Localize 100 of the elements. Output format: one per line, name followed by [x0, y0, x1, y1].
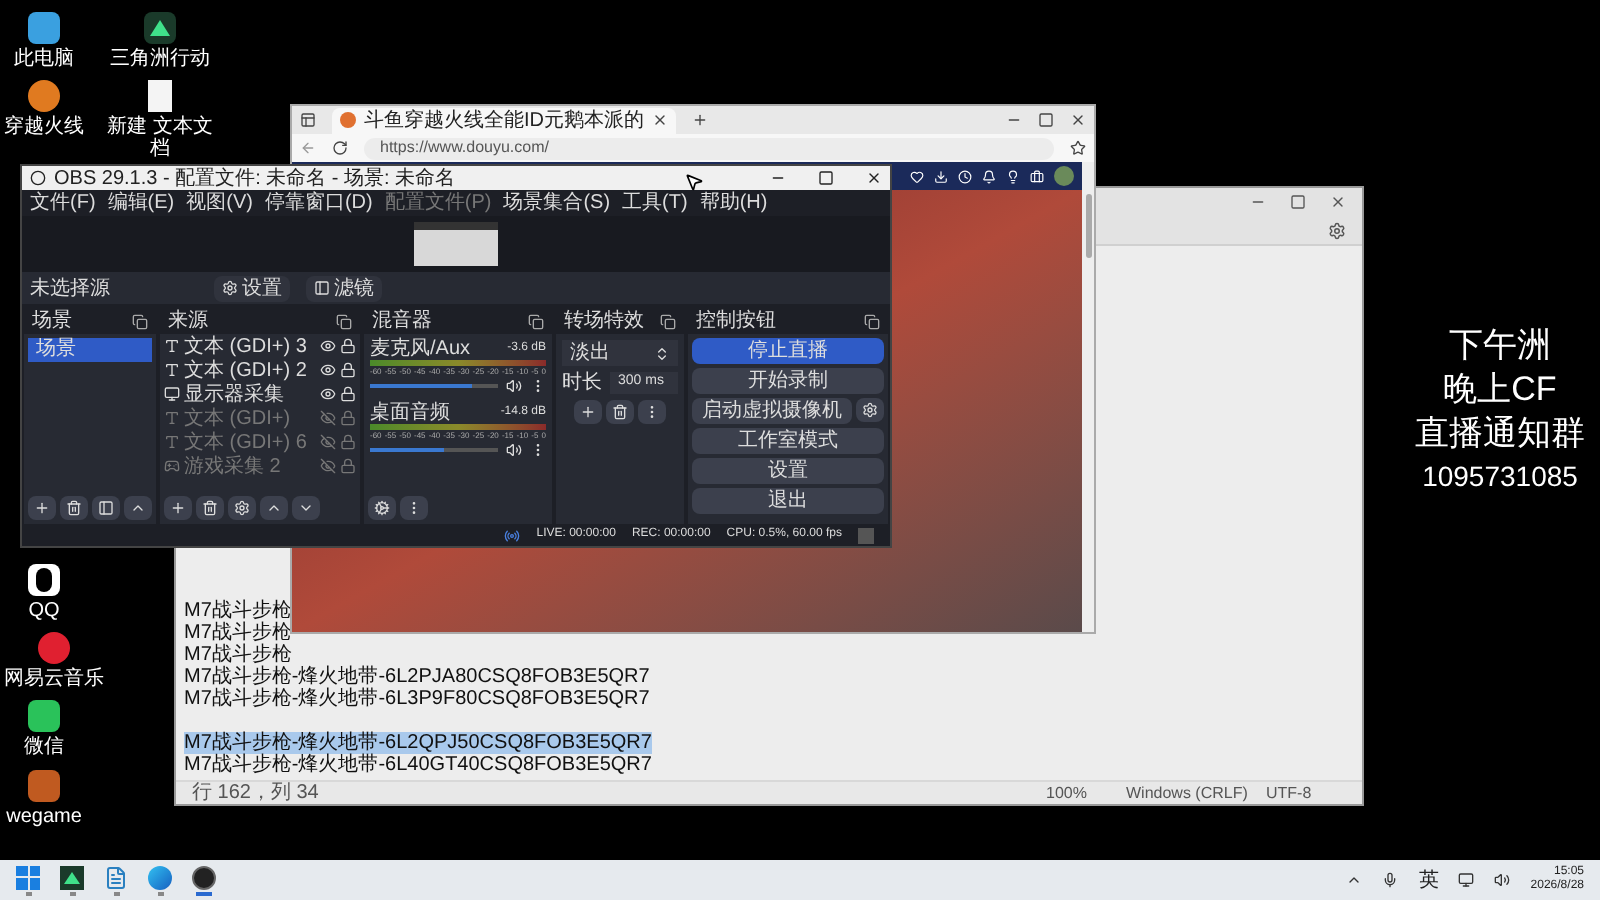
app-icon [28, 564, 60, 596]
obs-icon[interactable] [192, 865, 216, 889]
eye-off-icon[interactable] [320, 458, 336, 474]
volume-icon[interactable] [1494, 872, 1511, 888]
new-tab-icon[interactable] [692, 112, 708, 128]
tab-actions-icon[interactable] [300, 112, 316, 128]
menu-item[interactable]: 场景集合(S) [503, 192, 611, 214]
move-up-button[interactable] [260, 496, 288, 520]
delete-button[interactable] [60, 496, 88, 520]
desktop-icon-label[interactable]: 穿越火线 [4, 116, 84, 138]
menu-item[interactable]: 停靠窗口(D) [264, 192, 373, 214]
browser-tab[interactable]: 斗鱼穿越火线全能ID元鹅本派的 [332, 107, 676, 133]
delete-button[interactable] [196, 496, 224, 520]
desktop-icon-label[interactable]: QQ [28, 600, 60, 622]
lock-icon[interactable] [340, 362, 356, 378]
clock-icon[interactable] [958, 169, 972, 183]
network-icon[interactable] [1458, 872, 1475, 888]
control-button[interactable]: 退出 [692, 488, 884, 514]
add-button[interactable] [164, 496, 192, 520]
source-item[interactable]: 文本 (GDI+) 2 [184, 359, 316, 381]
delete-button[interactable] [606, 400, 634, 424]
eye-icon[interactable] [320, 386, 336, 402]
menu-item[interactable]: 视图(V) [186, 192, 253, 214]
popout-icon[interactable] [132, 313, 148, 329]
avatar[interactable] [1054, 166, 1074, 186]
desktop-icon-label[interactable]: wegame [6, 806, 82, 828]
scene-item[interactable]: 场景 [28, 338, 152, 362]
eye-icon[interactable] [320, 338, 336, 354]
close-icon[interactable] [1070, 112, 1086, 128]
dock-title: 混音器 [372, 310, 432, 332]
toolbar-button[interactable]: 滤镜 [306, 275, 382, 301]
control-button[interactable]: 停止直播 [692, 338, 884, 364]
toolbar-button[interactable]: 设置 [214, 275, 290, 301]
browser-icon[interactable] [148, 865, 172, 889]
microphone-icon[interactable] [1382, 872, 1399, 888]
address-bar[interactable]: https://www.douyu.com/ [364, 137, 1054, 159]
briefcase-icon[interactable] [1030, 169, 1044, 183]
control-button[interactable]: 开始录制 [692, 368, 884, 394]
move-down-button[interactable] [292, 496, 320, 520]
heart-icon[interactable] [910, 169, 924, 183]
menu-item[interactable]: 工具(T) [622, 192, 688, 214]
eye-icon[interactable] [320, 362, 336, 378]
speaker-icon[interactable] [506, 378, 522, 394]
desktop-icon-label[interactable]: 此电脑 [14, 48, 74, 70]
popout-icon[interactable] [864, 313, 880, 329]
control-button[interactable]: 设置 [692, 458, 884, 484]
add-button[interactable] [574, 400, 602, 424]
trash-icon [66, 500, 82, 516]
popout-icon[interactable] [336, 313, 352, 329]
source-item[interactable]: 显示器采集 [184, 383, 316, 405]
app-icon [38, 632, 70, 664]
filter-button[interactable] [92, 496, 120, 520]
lock-icon[interactable] [340, 386, 356, 402]
desktop-icon-label[interactable]: 微信 [24, 736, 64, 758]
menu-item[interactable]: 文件(F) [30, 192, 96, 214]
menu-item[interactable]: 帮助(H) [699, 192, 768, 214]
triangle-icon[interactable] [60, 865, 84, 889]
settings-button[interactable] [856, 398, 884, 422]
speaker-icon[interactable] [506, 442, 522, 458]
scrollbar[interactable] [1082, 162, 1094, 632]
source-item[interactable]: 文本 (GDI+) 3 [184, 335, 316, 357]
status-indicator [858, 527, 874, 543]
eye-off-icon[interactable] [320, 434, 336, 450]
control-button[interactable]: 工作室模式 [692, 428, 884, 454]
plus-icon [170, 500, 186, 516]
maximize-icon[interactable] [1290, 194, 1306, 210]
gear-icon [862, 402, 878, 418]
move-up-button[interactable] [124, 496, 152, 520]
desktop-icon-label[interactable]: 三角洲行动 [110, 48, 210, 70]
encoding: UTF-8 [1266, 781, 1314, 805]
more-button[interactable] [638, 400, 666, 424]
eye-off-icon[interactable] [320, 410, 336, 426]
close-icon[interactable] [866, 170, 882, 186]
notepad-icon[interactable] [104, 865, 128, 889]
tray-expand-icon[interactable] [1346, 872, 1363, 888]
app-icon [28, 770, 60, 802]
settings-icon[interactable] [1328, 221, 1346, 239]
lightbulb-icon[interactable] [1006, 169, 1020, 183]
menu-item[interactable]: 编辑(E) [107, 192, 175, 214]
windows-start-icon[interactable] [16, 865, 40, 889]
input-method[interactable]: 英 [1418, 869, 1439, 891]
add-button[interactable] [28, 496, 56, 520]
lock-icon[interactable] [340, 338, 356, 354]
more-button[interactable] [400, 496, 428, 520]
favorite-icon[interactable] [1070, 140, 1086, 156]
maximize-icon[interactable] [1038, 112, 1054, 128]
reload-icon[interactable] [332, 140, 348, 156]
plus-icon [34, 500, 50, 516]
download-icon[interactable] [934, 169, 948, 183]
control-button[interactable]: 启动虚拟摄像机 [692, 398, 852, 424]
bell-icon[interactable] [982, 169, 996, 183]
close-icon[interactable] [652, 112, 668, 128]
settings-button[interactable] [228, 496, 256, 520]
advanced-audio-button[interactable] [368, 496, 396, 520]
transition-select[interactable]: 淡出 [562, 340, 678, 366]
popout-icon[interactable] [528, 313, 544, 329]
desktop-icon-label[interactable]: 新建 文本文档 [104, 116, 216, 160]
maximize-icon[interactable] [818, 170, 834, 186]
popout-icon[interactable] [660, 313, 676, 329]
desktop-icon-label[interactable]: 网易云音乐 [4, 668, 104, 690]
